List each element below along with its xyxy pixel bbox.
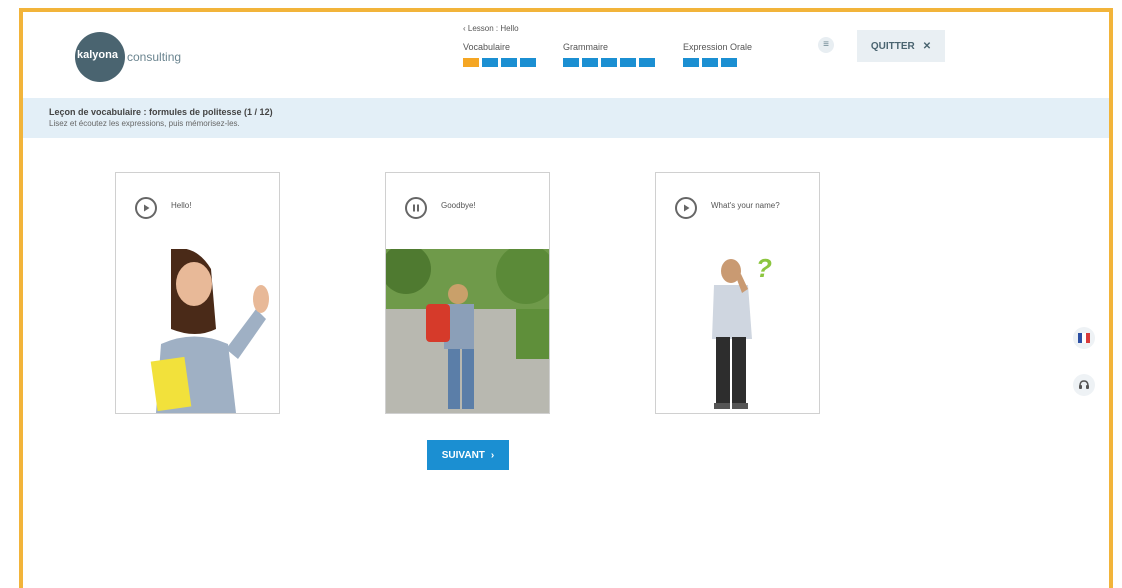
logo-mark: kalyona [75,32,125,82]
logo-brand-text: kalyona [77,49,118,61]
close-icon: ✕ [922,40,932,52]
card-phrase: Goodbye! [441,201,476,210]
progress-steps [683,58,752,67]
vocab-card-whats-your-name: What's your name? ? [655,172,820,414]
pause-button[interactable] [405,197,427,219]
module-label: Grammaire [563,42,609,52]
play-button[interactable] [675,197,697,219]
next-button[interactable]: SUIVANT › [427,440,509,470]
progress-step[interactable] [482,58,498,67]
progress-step[interactable] [639,58,655,67]
menu-button[interactable]: ≡ [818,37,834,53]
quit-label: QUITTER [870,40,915,52]
breadcrumb[interactable]: ‹ Lesson : Hello [463,24,519,33]
progress-step[interactable] [501,58,517,67]
progress-step[interactable] [520,58,536,67]
progress-steps [563,58,655,67]
progress-step[interactable] [721,58,737,67]
chevron-right-icon: › [490,449,495,461]
play-button[interactable] [135,197,157,219]
support-button[interactable] [1073,374,1095,396]
module-label: Expression Orale [683,42,753,52]
quit-button[interactable]: QUITTER ✕ [857,30,945,62]
woman-waving-image [116,249,279,413]
progress-step[interactable] [601,58,617,67]
card-phrase: Hello! [171,201,192,210]
app-frame: kalyona consulting ‹ Lesson : Hello Voca… [19,8,1113,588]
module-vocabulaire: Vocabulaire [463,42,536,67]
card-header: Hello! [116,173,279,250]
card-phrase: What's your name? [711,201,780,210]
instruction-banner: Leçon de vocabulaire : formules de polit… [23,98,1109,138]
logo: kalyona consulting [75,32,181,82]
headset-icon [1079,380,1089,389]
play-icon [144,204,150,212]
progress-step[interactable] [582,58,598,67]
pause-icon [413,204,419,212]
module-grammaire: Grammaire [563,42,655,67]
language-button[interactable] [1073,327,1095,349]
progress-step[interactable] [683,58,699,67]
module-expression-orale: Expression Orale [683,42,752,67]
progress-step-current[interactable] [463,58,479,67]
lesson-title: Leçon de vocabulaire : formules de polit… [49,107,273,117]
menu-icon: ≡ [823,39,829,50]
logo-sub-text: consulting [127,50,182,64]
progress-step[interactable] [563,58,579,67]
progress-step[interactable] [702,58,718,67]
svg-text:?: ? [756,253,772,283]
vocab-card-goodbye: Goodbye! [385,172,550,414]
next-label: SUIVANT [441,449,485,461]
progress-steps [463,58,536,67]
card-header: What's your name? [656,173,819,250]
boy-backpack-image [386,249,549,413]
vocab-card-hello: Hello! [115,172,280,414]
play-icon [684,204,690,212]
progress-step[interactable] [620,58,636,67]
module-label: Vocabulaire [463,42,511,52]
flag-fr-icon [1078,333,1090,343]
card-header: Goodbye! [386,173,549,250]
lesson-instruction: Lisez et écoutez les expressions, puis m… [49,119,240,128]
man-thinking-image: ? [656,249,819,413]
